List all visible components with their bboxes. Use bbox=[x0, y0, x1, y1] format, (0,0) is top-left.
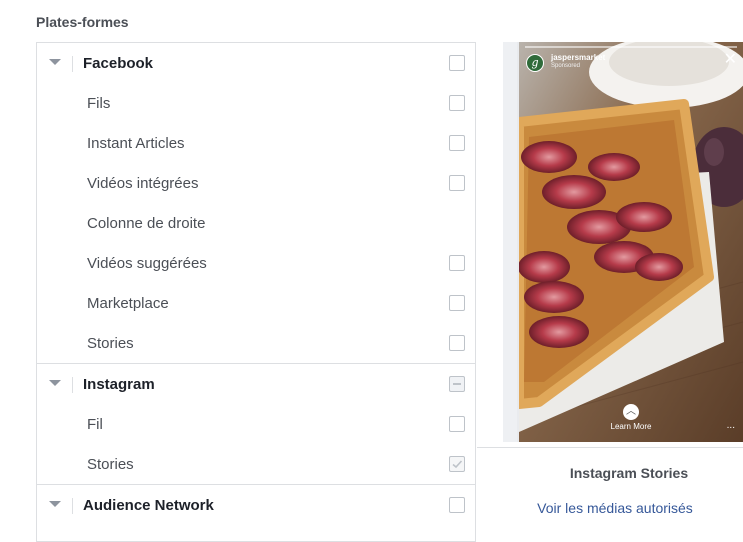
platform-row-instagram[interactable]: Instagram bbox=[37, 364, 475, 404]
fig-tart-photo bbox=[519, 42, 743, 442]
placement-checkbox[interactable] bbox=[449, 295, 465, 311]
platforms-panel: Facebook Fils Instant Articles Vidéos in… bbox=[36, 42, 476, 542]
placement-row-instagram-feed[interactable]: Fil bbox=[37, 404, 475, 444]
placement-row-instant-articles[interactable]: Instant Articles bbox=[37, 123, 475, 163]
placement-checkbox[interactable] bbox=[449, 95, 465, 111]
placement-label: Marketplace bbox=[87, 294, 169, 312]
story-progress-bar bbox=[525, 46, 737, 48]
platform-row-facebook[interactable]: Facebook bbox=[37, 43, 475, 83]
placement-checkbox[interactable] bbox=[449, 255, 465, 271]
preview-placement-name: Instagram Stories bbox=[569, 465, 689, 481]
story-preview-image: g jaspersmarket Sponsored ✕ ︿ Learn More… bbox=[519, 42, 743, 442]
collapse-triangle-icon[interactable] bbox=[49, 501, 61, 507]
placement-label: Stories bbox=[87, 455, 134, 473]
placement-label: Fils bbox=[87, 94, 111, 112]
chevron-up-icon[interactable]: ︿ bbox=[623, 404, 639, 420]
placement-row-marketplace[interactable]: Marketplace bbox=[37, 283, 475, 323]
ad-preview: g jaspersmarket Sponsored ✕ ︿ Learn More… bbox=[503, 42, 743, 442]
placement-label: Instant Articles bbox=[87, 134, 185, 152]
placement-row-right-column: Colonne de droite bbox=[37, 203, 475, 243]
placement-row-instagram-stories[interactable]: Stories bbox=[37, 444, 475, 484]
platform-group-facebook: Facebook Fils Instant Articles Vidéos in… bbox=[37, 43, 475, 364]
divider bbox=[72, 56, 73, 72]
instagram-checkbox-mixed[interactable] bbox=[449, 376, 465, 392]
story-sponsored-label: Sponsored bbox=[551, 63, 581, 69]
placement-label: Colonne de droite bbox=[87, 214, 206, 232]
close-icon[interactable]: ✕ bbox=[724, 52, 737, 68]
collapse-triangle-icon[interactable] bbox=[49, 380, 61, 386]
preview-side-strip bbox=[503, 42, 517, 442]
placement-label: Fil bbox=[87, 415, 103, 433]
checkmark-icon bbox=[452, 460, 463, 469]
placement-checkbox[interactable] bbox=[449, 135, 465, 151]
audience-network-checkbox[interactable] bbox=[449, 497, 465, 513]
placement-checkbox[interactable] bbox=[449, 416, 465, 432]
placement-label: Vidéos suggérées bbox=[87, 254, 207, 272]
platform-label: Audience Network bbox=[83, 496, 214, 514]
placement-row-in-stream-videos[interactable]: Vidéos intégrées bbox=[37, 163, 475, 203]
platform-row-audience-network[interactable]: Audience Network bbox=[37, 485, 475, 525]
facebook-checkbox[interactable] bbox=[449, 55, 465, 71]
story-account-name: jaspersmarket bbox=[551, 53, 606, 62]
collapse-triangle-icon[interactable] bbox=[49, 59, 61, 65]
allowed-media-link[interactable]: Voir les médias autorisés bbox=[476, 500, 743, 516]
platforms-section-title: Plates-formes bbox=[36, 14, 129, 30]
story-cta-label[interactable]: Learn More bbox=[519, 422, 743, 431]
placement-row-facebook-stories[interactable]: Stories bbox=[37, 323, 475, 363]
platform-group-audience-network: Audience Network bbox=[37, 485, 475, 525]
platform-label: Instagram bbox=[83, 375, 155, 393]
divider bbox=[72, 498, 73, 514]
platform-group-instagram: Instagram Fil Stories bbox=[37, 364, 475, 485]
platform-label: Facebook bbox=[83, 54, 154, 72]
placement-checkbox[interactable] bbox=[449, 335, 465, 351]
placement-label: Vidéos intégrées bbox=[87, 174, 199, 192]
placement-checkbox[interactable] bbox=[449, 175, 465, 191]
placement-row-suggested-videos[interactable]: Vidéos suggérées bbox=[37, 243, 475, 283]
placement-checkbox-checked[interactable] bbox=[449, 456, 465, 472]
avatar: g bbox=[526, 54, 544, 72]
placement-label: Stories bbox=[87, 334, 134, 352]
more-options-icon[interactable]: ... bbox=[727, 420, 735, 431]
divider bbox=[477, 447, 743, 448]
divider bbox=[72, 377, 73, 393]
placement-row-feeds[interactable]: Fils bbox=[37, 83, 475, 123]
